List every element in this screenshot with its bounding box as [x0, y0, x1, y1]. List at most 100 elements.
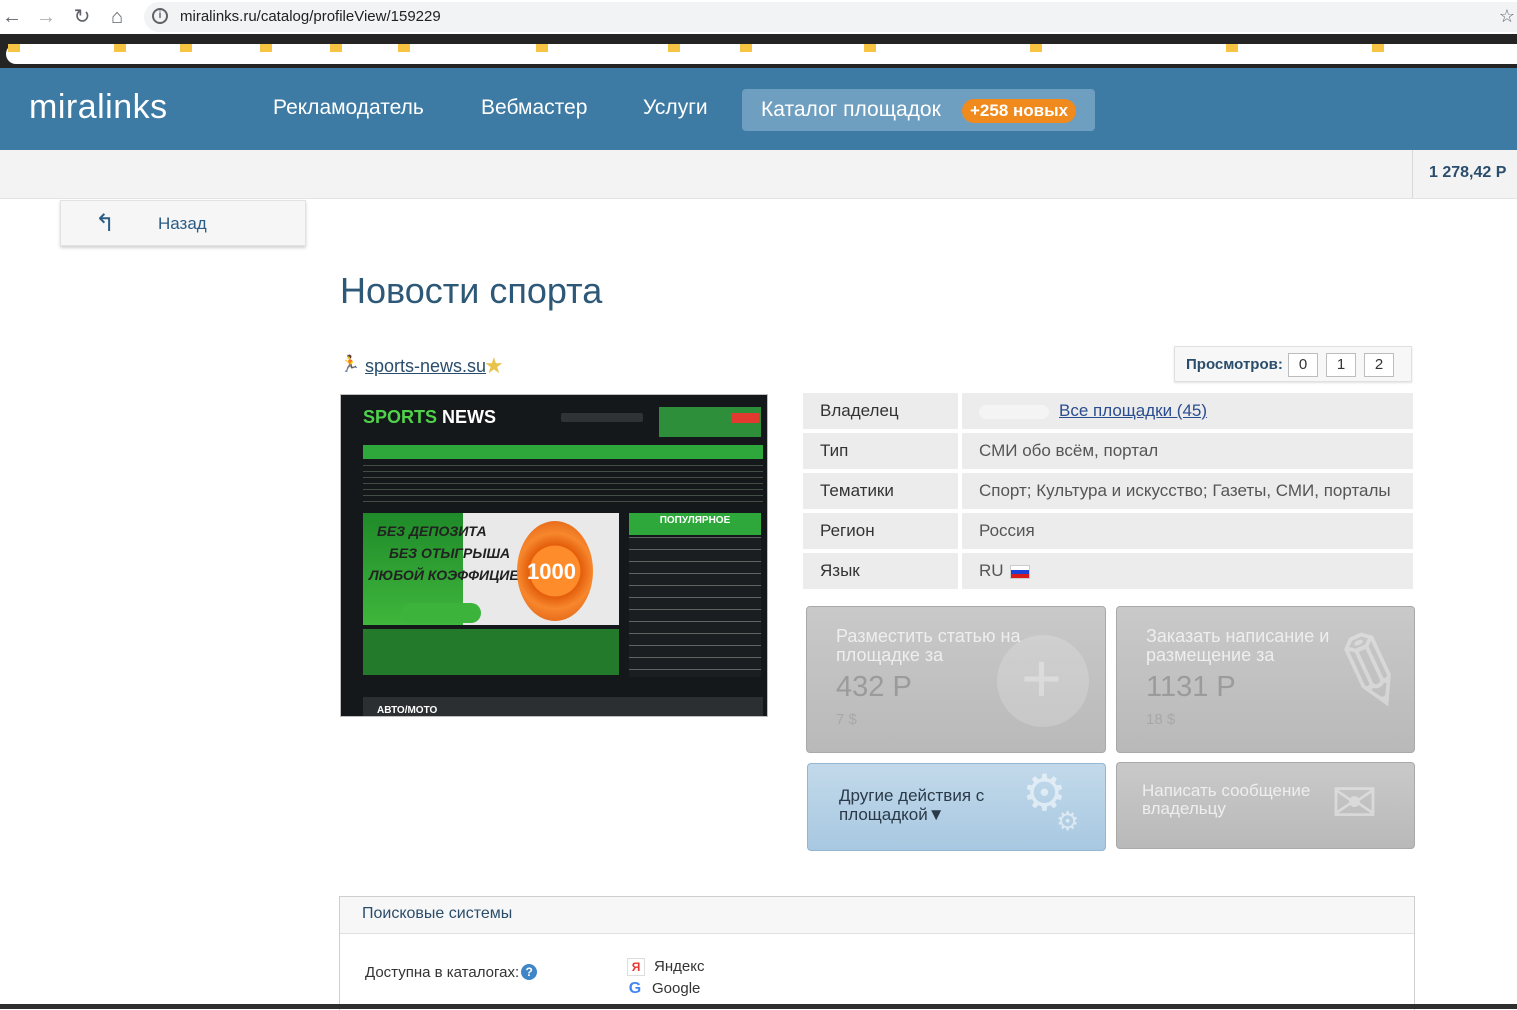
- forward-arrow-icon[interactable]: →: [34, 5, 58, 29]
- order-writing-price: 1131 Р: [1146, 671, 1236, 703]
- back-button[interactable]: ↰ Назад: [60, 200, 306, 246]
- back-arrow-icon[interactable]: ←: [0, 5, 24, 29]
- info-key: Владелец: [803, 393, 958, 429]
- bookmark-folder-icon[interactable]: [260, 44, 272, 52]
- thumb-news-list: [629, 537, 761, 677]
- place-article-button[interactable]: + Разместить статью на площадке за 432 Р…: [806, 606, 1106, 753]
- info-key: Регион: [803, 513, 958, 549]
- language-code: RU: [979, 561, 1004, 580]
- bookmark-folder-icon[interactable]: [1372, 44, 1384, 52]
- small-gear-icon: ⚙: [1056, 806, 1080, 836]
- page-title: Новости спорта: [340, 270, 603, 311]
- order-writing-usd: 18 $: [1146, 711, 1176, 728]
- place-article-price: 432 Р: [836, 671, 912, 703]
- info-row-language: Язык RU: [803, 553, 1413, 589]
- bookmark-folder-icon[interactable]: [668, 44, 680, 52]
- bookmark-folder-icon[interactable]: [180, 44, 192, 52]
- taskbar-edge: [0, 1004, 1517, 1009]
- thumb-section: АВТО/МОТО: [363, 697, 763, 716]
- nav-webmaster[interactable]: Вебмастер: [481, 96, 587, 120]
- engine-google: G Google: [628, 980, 701, 998]
- account-balance[interactable]: 1 278,42 Р: [1412, 150, 1517, 198]
- info-value: RU: [962, 553, 1413, 589]
- reload-icon[interactable]: ↻: [70, 5, 94, 29]
- info-row-topics: Тематики Спорт; Культура и искусство; Га…: [803, 473, 1413, 509]
- catalogs-label: Доступна в каталогах:?: [365, 964, 538, 981]
- engine-yandex: Я Яндекс: [627, 958, 704, 977]
- all-sites-link[interactable]: Все площадки (45): [1059, 401, 1207, 420]
- info-key: Тип: [803, 433, 958, 469]
- site-screenshot[interactable]: SPORTS NEWS БЕЗ ДЕПОЗИТА БЕЗ ОТЫГРЫША ЛЮ…: [340, 394, 768, 717]
- envelope-icon: ✉: [1331, 771, 1378, 834]
- info-value: Все площадки (45): [962, 393, 1413, 429]
- order-writing-title: Заказать написание и размещение за: [1146, 626, 1330, 665]
- info-row-type: Тип СМИ обо всём, портал: [803, 433, 1413, 469]
- site-link[interactable]: sports-news.su: [365, 356, 486, 377]
- home-icon[interactable]: ⌂: [105, 5, 129, 29]
- bookmark-folder-icon[interactable]: [330, 44, 342, 52]
- bookmark-folder-icon[interactable]: [114, 44, 126, 52]
- return-arrow-icon: ↰: [95, 210, 116, 237]
- bookmark-folder-icon[interactable]: [536, 44, 548, 52]
- info-row-region: Регион Россия: [803, 513, 1413, 549]
- new-sites-badge: +258 новых: [962, 99, 1077, 123]
- thumb-lower-block: [363, 629, 619, 675]
- section-header: Поисковые системы: [340, 897, 1414, 934]
- nav-catalog-tab[interactable]: Каталог площадок +258 новых: [742, 89, 1095, 131]
- bookmark-star-icon[interactable]: ☆: [1499, 6, 1515, 27]
- owner-name-hidden: [979, 404, 1049, 419]
- nav-catalog-label: Каталог площадок: [761, 98, 941, 121]
- thumb-logo: SPORTS NEWS: [363, 407, 497, 427]
- thumb-button: [401, 603, 481, 623]
- place-article-usd: 7 $: [836, 711, 857, 728]
- site-favicon-icon: 🏃: [340, 356, 360, 373]
- message-owner-button[interactable]: ✉ Написать сообщение владельцу: [1116, 762, 1415, 849]
- section-title: Поисковые системы: [362, 905, 513, 922]
- bookmark-folder-icon[interactable]: [864, 44, 876, 52]
- google-icon: G: [628, 980, 642, 998]
- other-actions-button[interactable]: ⚙ ⚙ Другие действия с площадкой▼: [807, 763, 1106, 851]
- nav-services[interactable]: Услуги: [643, 96, 708, 120]
- thumb-search: [561, 413, 643, 422]
- bookmarks-bar: [0, 34, 1517, 68]
- views-counter: Просмотров: 0 1 2: [1174, 346, 1412, 382]
- thumb-links: [363, 465, 763, 507]
- info-value: Россия: [962, 513, 1413, 549]
- thumb-ad-badge: [731, 413, 759, 423]
- bookmark-folder-icon[interactable]: [1030, 44, 1042, 52]
- help-icon[interactable]: ?: [521, 964, 538, 980]
- bookmark-folder-icon[interactable]: [1226, 44, 1238, 52]
- russia-flag-icon: [1009, 564, 1030, 579]
- search-engines-section: Поисковые системы Доступна в каталогах:?…: [339, 896, 1415, 1010]
- info-value: Спорт; Культура и искусство; Газеты, СМИ…: [962, 473, 1413, 509]
- order-writing-button[interactable]: ✎ Заказать написание и размещение за 113…: [1116, 606, 1415, 753]
- info-value: СМИ обо всём, портал: [962, 433, 1413, 469]
- place-article-title: Разместить статью на площадке за: [836, 626, 1021, 665]
- site-info-icon[interactable]: i: [152, 8, 168, 24]
- thumb-banner-text: БЕЗ ОТЫГРЫША: [389, 545, 511, 561]
- site-header: miralinks Рекламодатель Вебмастер Услуги…: [0, 68, 1517, 150]
- info-key: Тематики: [803, 473, 958, 509]
- favorite-star-icon[interactable]: ★: [484, 353, 504, 379]
- sub-bar: 1 278,42 Р: [0, 150, 1517, 199]
- bookmark-folder-icon[interactable]: [740, 44, 752, 52]
- info-key: Язык: [803, 553, 958, 589]
- views-value: 2: [1364, 353, 1394, 377]
- other-actions-label: Другие действия с площадкой▼: [839, 786, 985, 824]
- thumb-menu: [363, 445, 763, 459]
- back-label: Назад: [158, 214, 207, 233]
- thumb-popular: ПОПУЛЯРНОЕ: [629, 513, 761, 535]
- thumb-chip-text: 1000: [527, 559, 576, 584]
- bookmark-folder-icon[interactable]: [398, 44, 410, 52]
- views-value: 0: [1288, 353, 1318, 377]
- nav-advertiser[interactable]: Рекламодатель: [273, 96, 424, 120]
- views-value: 1: [1326, 353, 1356, 377]
- message-owner-label: Написать сообщение владельцу: [1142, 781, 1311, 818]
- miralinks-logo[interactable]: miralinks: [29, 88, 168, 127]
- browser-toolbar: ← → ↻ ⌂ i miralinks.ru/catalog/profileVi…: [0, 0, 1517, 34]
- bookmark-folder-icon[interactable]: [8, 44, 20, 52]
- address-bar[interactable]: i miralinks.ru/catalog/profileView/15922…: [144, 2, 1517, 32]
- url-text: miralinks.ru/catalog/profileView/159229: [180, 8, 441, 25]
- thumb-banner-text: БЕЗ ДЕПОЗИТА: [377, 523, 487, 539]
- info-row-owner: Владелец Все площадки (45): [803, 393, 1413, 429]
